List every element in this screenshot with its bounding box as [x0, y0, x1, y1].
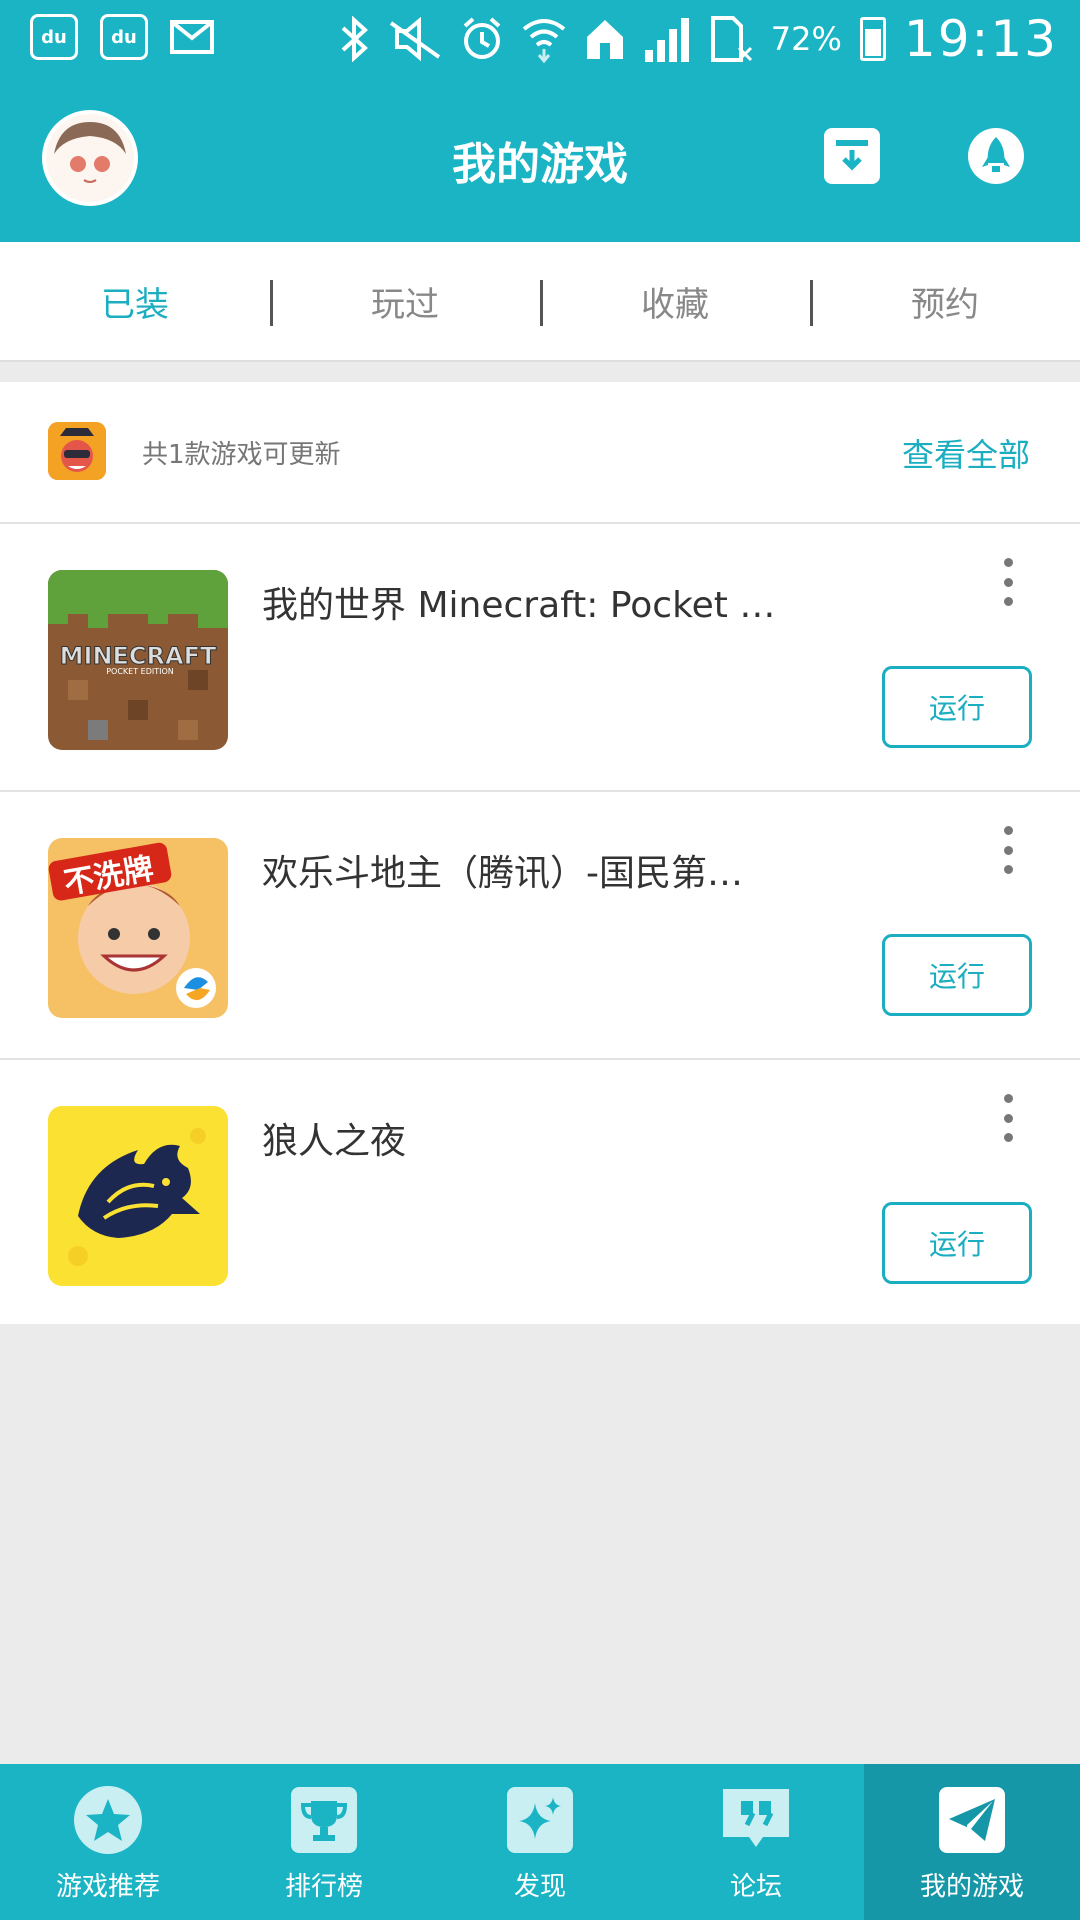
run-button[interactable]: 运行 — [882, 934, 1032, 1016]
more-options-button[interactable] — [996, 558, 1020, 606]
nav-forum[interactable]: 论坛 — [648, 1764, 864, 1920]
battery-percent: 72% — [770, 20, 842, 58]
minecraft-icon: MINECRAFT POCKET EDITION — [48, 570, 228, 750]
baidu-icon-label: du — [41, 26, 67, 48]
run-button[interactable]: 运行 — [882, 1202, 1032, 1284]
mail-icon — [170, 20, 214, 54]
baidu-icon: du — [30, 14, 78, 60]
view-all-link[interactable]: 查看全部 — [902, 430, 1030, 476]
installed-games-list: MINECRAFT POCKET EDITION 我的世界 Minecraft:… — [0, 524, 1080, 1324]
game-name: 狼人之夜 — [262, 1121, 407, 1162]
tab-played[interactable]: 玩过 — [270, 242, 540, 360]
speedup-button[interactable] — [968, 128, 1024, 184]
nav-label: 我的游戏 — [919, 1872, 1024, 1902]
nav-rankings[interactable]: 排行榜 — [216, 1764, 432, 1920]
battery-icon — [859, 17, 886, 61]
baidu-icon: du — [100, 14, 148, 60]
nav-label: 论坛 — [729, 1872, 782, 1902]
tab-reservations[interactable]: 预约 — [810, 242, 1080, 360]
minecraft-logo-subtext: POCKET EDITION — [106, 667, 174, 676]
update-game-icon — [48, 422, 106, 480]
list-item[interactable]: 不洗牌 欢乐斗地主（腾讯）-国民第… 运行 — [0, 792, 1080, 1060]
clock: 19:13 — [903, 10, 1058, 68]
star-icon — [73, 1786, 143, 1854]
page-title: 我的游戏 — [452, 139, 628, 190]
werewolf-logo — [48, 1106, 228, 1286]
nav-discover[interactable]: 发现 — [432, 1764, 648, 1920]
bluetooth-icon — [341, 16, 368, 62]
game-character-icon — [48, 422, 106, 480]
more-options-button[interactable] — [996, 826, 1020, 874]
home-icon — [586, 20, 623, 59]
nav-recommended[interactable]: 游戏推荐 — [0, 1764, 216, 1920]
nav-label: 排行榜 — [284, 1872, 363, 1902]
alarm-icon — [463, 17, 501, 59]
status-bar: du du 72% 19:13 — [0, 0, 1080, 76]
bottom-nav: 游戏推荐 排行榜 发现 论坛 我的游戏 — [0, 1764, 1080, 1920]
download-box-icon — [836, 140, 868, 171]
sparkle-icon — [505, 1786, 575, 1854]
update-count-text: 共1款游戏可更新 — [142, 440, 341, 470]
trophy-icon — [289, 1786, 359, 1854]
sim-icon — [710, 16, 752, 62]
nav-label: 发现 — [513, 1872, 566, 1902]
minecraft-logo-text: MINECRAFT — [60, 642, 217, 670]
list-item[interactable]: MINECRAFT POCKET EDITION 我的世界 Minecraft:… — [0, 524, 1080, 792]
game-name: 我的世界 Minecraft: Pocket … — [262, 585, 776, 626]
tab-installed[interactable]: 已装 — [0, 242, 270, 360]
list-item[interactable]: 狼人之夜 运行 — [0, 1060, 1080, 1324]
minecraft-logo: MINECRAFT POCKET EDITION — [48, 570, 228, 750]
tab-bar: 已装 玩过 收藏 预约 — [0, 242, 1080, 362]
app-header: 我的游戏 — [0, 76, 1080, 242]
update-banner[interactable]: 共1款游戏可更新 查看全部 — [0, 382, 1080, 524]
tab-favorites[interactable]: 收藏 — [540, 242, 810, 360]
werewolf-night-icon — [48, 1106, 228, 1286]
run-button[interactable]: 运行 — [882, 666, 1032, 748]
baidu-icon-label: du — [111, 26, 137, 48]
quote-icon — [721, 1786, 791, 1854]
wifi-icon — [522, 19, 566, 63]
more-options-button[interactable] — [996, 1094, 1020, 1142]
mute-icon — [389, 17, 440, 61]
doudizhu-logo: 不洗牌 — [48, 838, 228, 1018]
doudizhu-icon: 不洗牌 — [48, 838, 228, 1018]
nav-my-games[interactable]: 我的游戏 — [864, 1764, 1080, 1920]
game-name: 欢乐斗地主（腾讯）-国民第… — [262, 853, 743, 894]
signal-icon — [644, 18, 689, 62]
nav-label: 游戏推荐 — [55, 1872, 160, 1902]
rocket-icon — [982, 137, 1010, 172]
paper-plane-icon — [937, 1786, 1007, 1854]
download-manager-button[interactable] — [824, 128, 880, 184]
